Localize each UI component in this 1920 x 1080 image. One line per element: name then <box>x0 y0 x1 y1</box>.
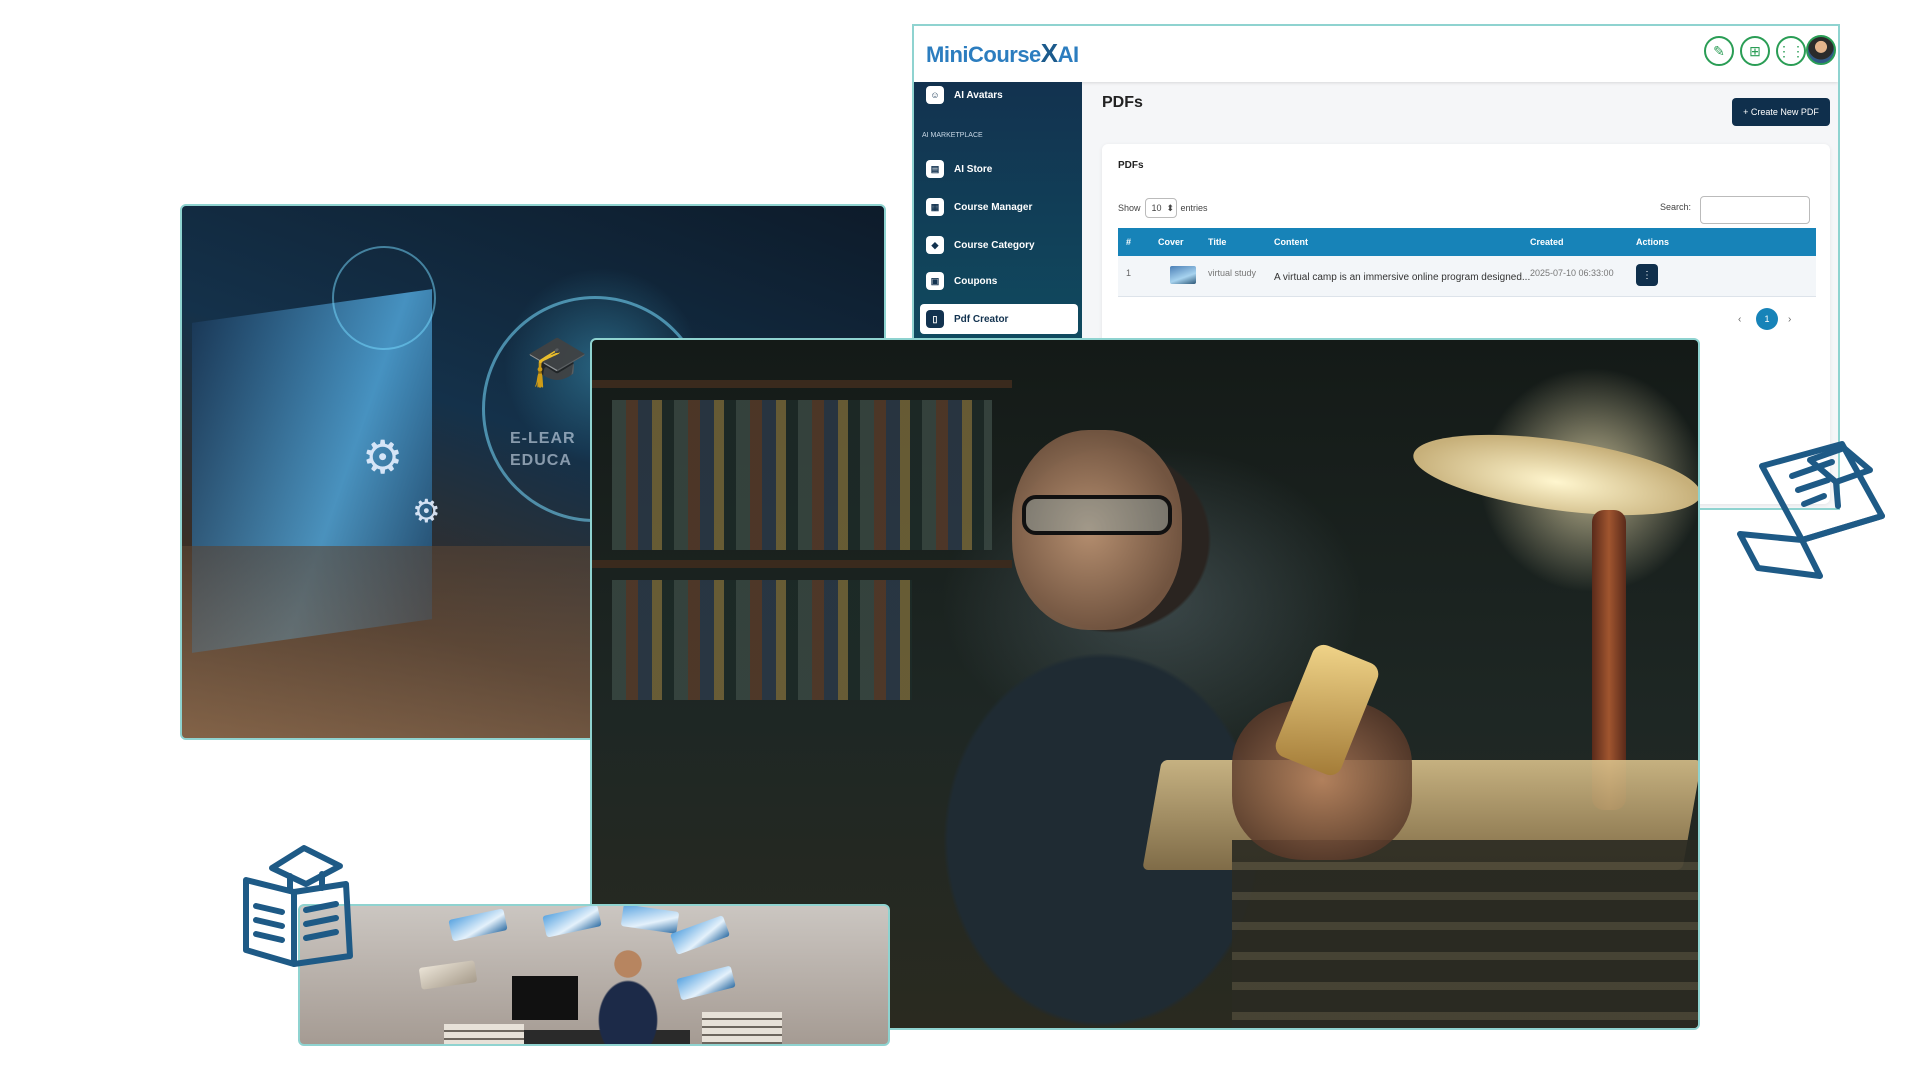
computer-monitor <box>512 976 578 1020</box>
student-at-desk <box>598 950 658 1044</box>
logo-ai: AI <box>1057 42 1080 67</box>
logo-x: X <box>1040 38 1058 68</box>
desk-lamp-shade <box>1408 420 1698 530</box>
show-label: Show <box>1118 203 1141 213</box>
apps-grid-icon[interactable]: ⋮⋮ <box>1776 36 1806 66</box>
stacked-books <box>1232 840 1698 1028</box>
floating-book <box>669 915 731 955</box>
entries-value: 10 <box>1151 203 1162 213</box>
search-label: Search: <box>1660 202 1692 212</box>
search-input[interactable] <box>1700 196 1810 224</box>
pagination-page-1[interactable]: 1 <box>1756 308 1778 330</box>
course-manager-icon: ▦ <box>926 198 944 216</box>
app-logo[interactable]: MiniCourseXAI <box>926 38 1079 69</box>
glasses <box>1022 495 1172 535</box>
select-arrow-icon: ⬍ <box>1166 202 1175 213</box>
floating-book <box>418 960 478 990</box>
sidebar-item-label: AI Avatars <box>954 89 1003 101</box>
row-content: A virtual camp is an immersive online pr… <box>1274 272 1531 283</box>
pagination-prev[interactable]: ‹ <box>1738 314 1741 325</box>
column-header-title[interactable]: Title <box>1208 237 1226 247</box>
avatar[interactable] <box>1806 35 1836 65</box>
sidebar-item-course-category[interactable]: ◆ Course Category <box>920 230 1078 260</box>
gear-icon: ⚙ <box>362 431 404 483</box>
coupon-icon: ▣ <box>926 272 944 290</box>
magic-wand-icon[interactable]: ✎ <box>1704 36 1734 66</box>
book-graduation-cap-icon <box>243 845 353 967</box>
sidebar-item-label: Pdf Creator <box>954 313 1009 325</box>
row-index: 1 <box>1126 268 1132 278</box>
sidebar-item-course-manager[interactable]: ▦ Course Manager <box>920 192 1078 222</box>
floating-book <box>676 965 736 1001</box>
bookshelf-books <box>612 580 912 700</box>
floating-book <box>542 906 602 938</box>
sidebar-item-label: Coupons <box>954 275 998 287</box>
logo-text: MiniCourse <box>926 42 1041 67</box>
create-new-pdf-button[interactable]: + Create New PDF <box>1732 98 1830 126</box>
app-topbar: MiniCourseXAI ✎ ⊞ ⋮⋮ <box>914 26 1838 82</box>
pagination-next[interactable]: › <box>1788 314 1791 325</box>
sidebar-item-label: Course Manager <box>954 201 1033 213</box>
column-header-actions[interactable]: Actions <box>1636 237 1669 247</box>
row-created: 2025-07-10 06:33:00 <box>1530 268 1614 278</box>
pdf-icon: ▯ <box>926 310 944 328</box>
hologram-ring-small <box>332 246 436 350</box>
avatar-icon: ☺ <box>926 86 944 104</box>
hologram-text-line2: EDUCA <box>510 452 572 469</box>
laptop-graduation-cap-icon <box>1737 441 1885 579</box>
sidebar-item-pdf-creator[interactable]: ▯ Pdf Creator <box>920 304 1078 334</box>
sidebar-section-label: AI MARKETPLACE <box>922 132 983 139</box>
entries-label: entries <box>1180 203 1208 213</box>
cover-image-thumbnail[interactable] <box>1170 266 1196 284</box>
sidebar-item-ai-store[interactable]: ▤ AI Store <box>920 154 1078 184</box>
table-header: # Cover Title Content Created Actions <box>1118 228 1816 256</box>
floating-book <box>620 906 680 934</box>
store-icon: ▤ <box>926 160 944 178</box>
tag-icon: ◆ <box>926 236 944 254</box>
entries-control: Show 10 ⬍ entries <box>1118 198 1208 218</box>
book-stack <box>444 1024 524 1044</box>
sidebar-item-ai-avatars[interactable]: ☺ AI Avatars <box>920 80 1078 110</box>
graduation-cap-icon: 🎓 <box>526 333 589 389</box>
sidebar-item-label: Course Category <box>954 239 1035 251</box>
gear-icon: ⚙ <box>412 493 441 529</box>
column-header-created[interactable]: Created <box>1530 237 1564 247</box>
book-stack <box>702 1012 782 1044</box>
hologram-text-line1: E-LEAR <box>510 430 576 447</box>
row-title: virtual study <box>1208 268 1257 278</box>
study-room-photo <box>298 904 890 1046</box>
card-title: PDFs <box>1118 160 1144 171</box>
entries-select[interactable]: 10 ⬍ <box>1144 198 1177 218</box>
sidebar-item-label: AI Store <box>954 163 993 175</box>
sidebar-item-coupons[interactable]: ▣ Coupons <box>920 266 1078 296</box>
column-header-cover[interactable]: Cover <box>1158 237 1184 247</box>
table-row: 1 virtual study A virtual camp is an imm… <box>1118 256 1816 297</box>
hologram-text: E-LEAR EDUCA <box>510 428 576 472</box>
column-header-content[interactable]: Content <box>1274 237 1308 247</box>
gift-icon[interactable]: ⊞ <box>1740 36 1770 66</box>
floating-book <box>448 908 508 942</box>
page-title: PDFs <box>1102 94 1143 111</box>
column-header-index[interactable]: # <box>1126 237 1131 247</box>
row-actions-button[interactable]: ⋮ <box>1636 264 1658 286</box>
